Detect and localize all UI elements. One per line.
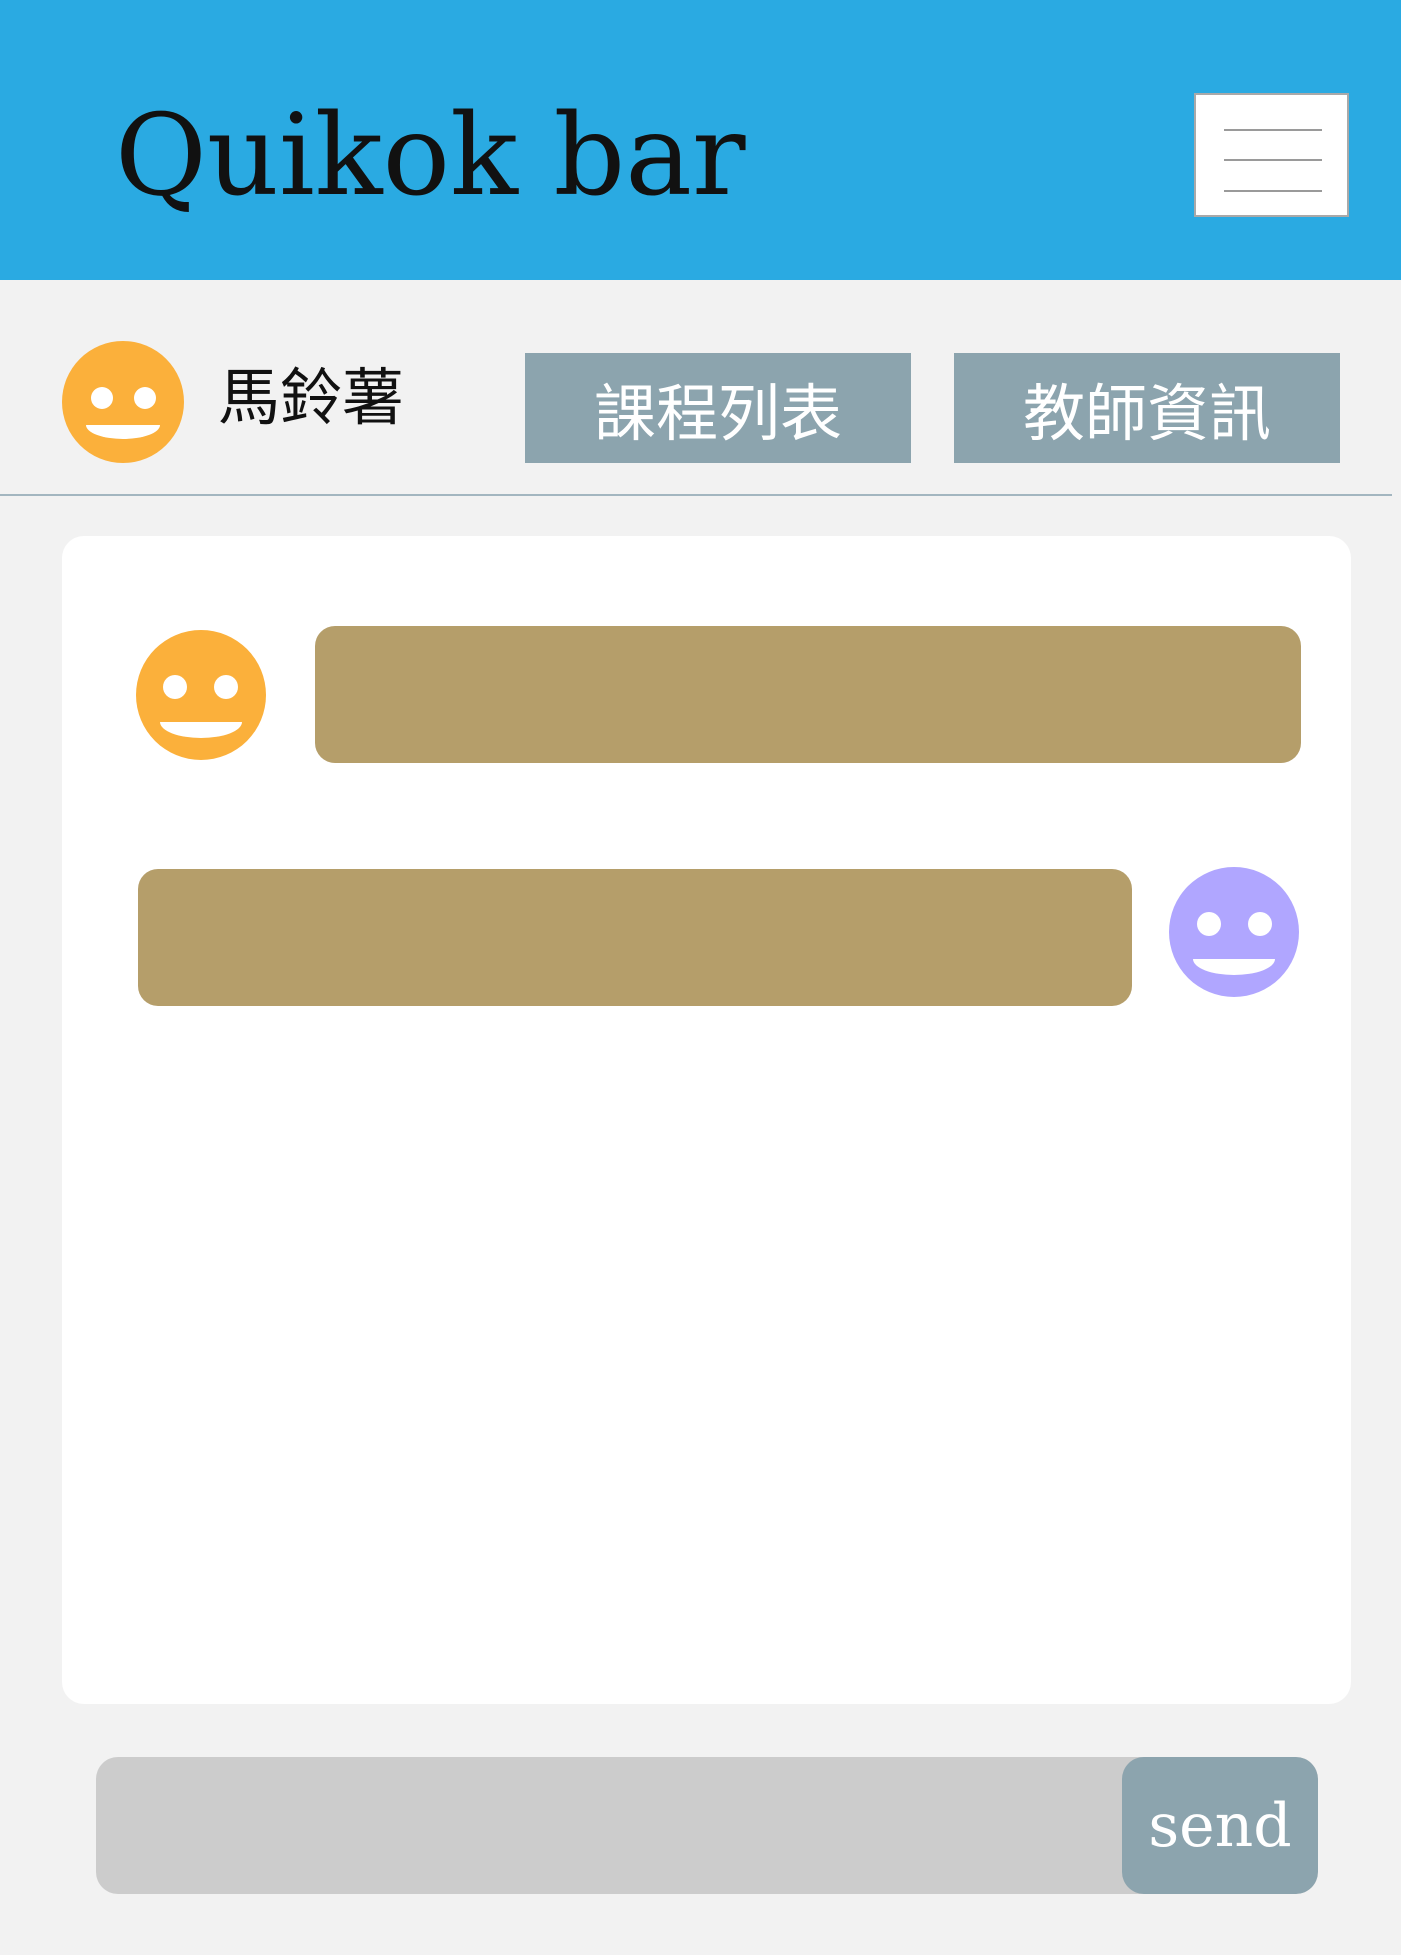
avatar-eye (134, 387, 156, 409)
avatar-mouth (160, 722, 242, 738)
message-input[interactable] (96, 1757, 1122, 1894)
message-bubble-outgoing (138, 869, 1132, 1006)
avatar-mouth (86, 425, 160, 439)
message-bubble-incoming (315, 626, 1301, 763)
user-avatar-icon[interactable] (62, 341, 184, 463)
send-button[interactable]: send (1122, 1757, 1318, 1894)
course-list-button[interactable]: 課程列表 (525, 353, 911, 463)
avatar-eye (1197, 912, 1221, 936)
avatar-eye (214, 675, 238, 699)
message-composer: send (96, 1757, 1318, 1894)
header-divider (0, 494, 1392, 496)
avatar-eye (91, 387, 113, 409)
menu-button[interactable] (1194, 93, 1349, 217)
recipient-avatar-icon (1169, 867, 1299, 997)
user-name: 馬鈴薯 (218, 361, 405, 434)
sender-avatar-icon (136, 630, 266, 760)
hamburger-menu-icon-line (1224, 159, 1322, 161)
avatar-eye (1248, 912, 1272, 936)
hamburger-menu-icon (1224, 129, 1322, 131)
teacher-info-button[interactable]: 教師資訊 (954, 353, 1340, 463)
hamburger-menu-icon-line (1224, 190, 1322, 192)
avatar-mouth (1193, 959, 1275, 975)
avatar-eye (163, 675, 187, 699)
app-title: Quikok bar (115, 91, 746, 221)
app-header: Quikok bar (0, 0, 1401, 280)
